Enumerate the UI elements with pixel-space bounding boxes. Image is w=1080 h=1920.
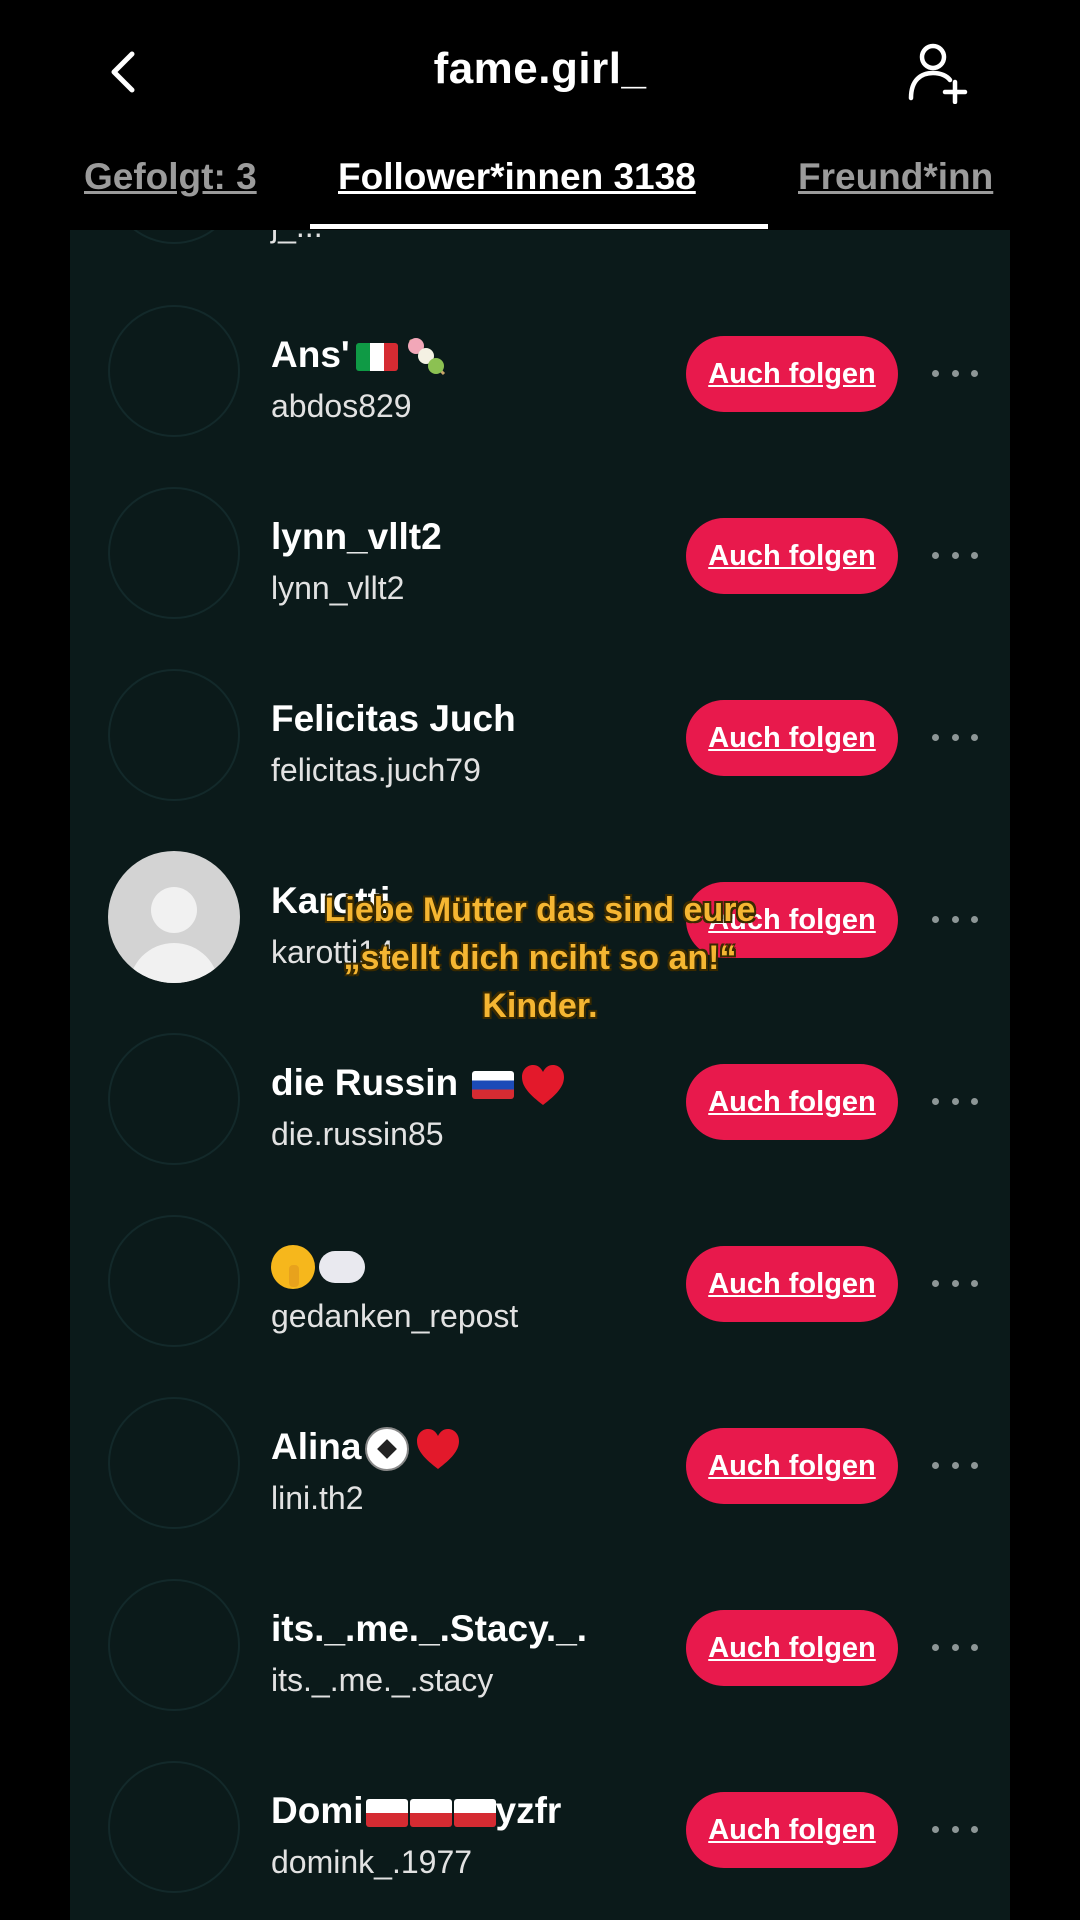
follow-back-button[interactable]: Auch folgen (686, 1792, 898, 1868)
list-item[interactable]: Ans' abdos829 Auch folgen (70, 280, 1010, 462)
display-name: Domi yzfr (271, 1790, 562, 1831)
display-name (271, 1244, 365, 1290)
follow-back-button[interactable]: Auch folgen (686, 700, 898, 776)
display-name: die Russin (271, 1062, 566, 1107)
username: its._.me._.stacy (271, 1662, 494, 1698)
more-options-icon[interactable] (932, 540, 978, 570)
tab-following[interactable]: Gefolgt: 3 (84, 156, 257, 198)
russia-flag-icon (472, 1071, 515, 1100)
more-options-icon[interactable] (932, 1450, 978, 1480)
list-item[interactable]: gedanken_repost Auch folgen (70, 1190, 1010, 1372)
tab-followers[interactable]: Follower*innen 3138 (338, 156, 696, 198)
more-options-icon[interactable] (932, 358, 978, 388)
avatar[interactable] (108, 1397, 240, 1529)
soccer-ball-icon (365, 1427, 410, 1472)
username: abdos829 (271, 388, 412, 424)
poland-flag-icon (453, 1799, 496, 1828)
list-item[interactable]: Domi yzfr domink_.1977 Auch folgen (70, 1736, 1010, 1918)
display-name: Ans' (271, 334, 450, 380)
list-item[interactable]: Felicitas Juch felicitas.juch79 Auch fol… (70, 644, 1010, 826)
follow-back-button[interactable]: Auch folgen (686, 1246, 898, 1322)
username: lini.th2 (271, 1480, 364, 1516)
avatar[interactable] (108, 305, 240, 437)
more-options-icon[interactable] (932, 904, 978, 934)
username: die.russin85 (271, 1116, 444, 1152)
follow-back-button[interactable]: Auch folgen (686, 1610, 898, 1686)
avatar[interactable] (108, 230, 240, 244)
more-options-icon[interactable] (932, 1632, 978, 1662)
active-tab-indicator (310, 224, 768, 229)
italy-flag-icon (355, 343, 398, 372)
thought-bubble-icon (319, 1251, 365, 1284)
display-name: Felicitas Juch (271, 698, 516, 739)
follow-back-button[interactable]: Auch folgen (686, 1428, 898, 1504)
username: lynn_vllt2 (271, 570, 405, 606)
shushing-face-icon (271, 1245, 315, 1290)
list-item[interactable]: die Russin die.russin85 Auch folgen (70, 1008, 1010, 1190)
avatar[interactable] (108, 487, 240, 619)
partial-handle: j_... (271, 230, 323, 245)
heart-icon (522, 1065, 565, 1106)
more-options-icon[interactable] (932, 722, 978, 752)
avatar[interactable] (108, 1761, 240, 1893)
heart-icon (417, 1429, 460, 1470)
caption-line: Liebe Mütter das sind eure (324, 891, 756, 929)
more-options-icon[interactable] (932, 1814, 978, 1844)
username: felicitas.juch79 (271, 752, 481, 788)
list-item[interactable]: lynn_vllt2 lynn_vllt2 Auch folgen (70, 462, 1010, 644)
follow-back-button[interactable]: Auch folgen (686, 1064, 898, 1140)
tab-friends[interactable]: Freund*inn (798, 156, 993, 198)
list-item[interactable]: Alina lini.th2 Auch folgen (70, 1372, 1010, 1554)
display-name: Alina (271, 1426, 461, 1472)
username: gedanken_repost (271, 1298, 519, 1334)
poland-flag-icon (409, 1799, 452, 1828)
more-options-icon[interactable] (932, 1086, 978, 1116)
username: domink_.1977 (271, 1844, 473, 1880)
poland-flag-icon (365, 1799, 408, 1828)
dango-icon (407, 338, 445, 376)
add-user-icon[interactable] (905, 40, 975, 104)
follow-back-button[interactable]: Auch folgen (686, 518, 898, 594)
caption-line: „stellt dich nciht so an!“ (343, 939, 737, 977)
more-options-icon[interactable] (932, 1268, 978, 1298)
display-name: lynn_vllt2 (271, 516, 442, 557)
follower-list[interactable]: j_... Ans' abdos829 Auch folgen lynn_vll… (70, 230, 1010, 1920)
video-caption-overlay: Liebe Mütter das sind eure „stellt dich … (200, 886, 880, 1030)
avatar[interactable] (108, 1579, 240, 1711)
avatar[interactable] (108, 669, 240, 801)
follow-back-button[interactable]: Auch folgen (686, 336, 898, 412)
display-name: its._.me._.Stacy._. (271, 1608, 588, 1649)
caption-line: Kinder. (482, 987, 598, 1025)
avatar[interactable] (108, 1033, 240, 1165)
avatar[interactable] (108, 1215, 240, 1347)
follow-tabs: Gefolgt: 3 Follower*innen 3138 Freund*in… (70, 150, 1010, 230)
list-item[interactable]: its._.me._.Stacy._. its._.me._.stacy Auc… (70, 1554, 1010, 1736)
top-bar: fame.girl_ (0, 0, 1080, 140)
